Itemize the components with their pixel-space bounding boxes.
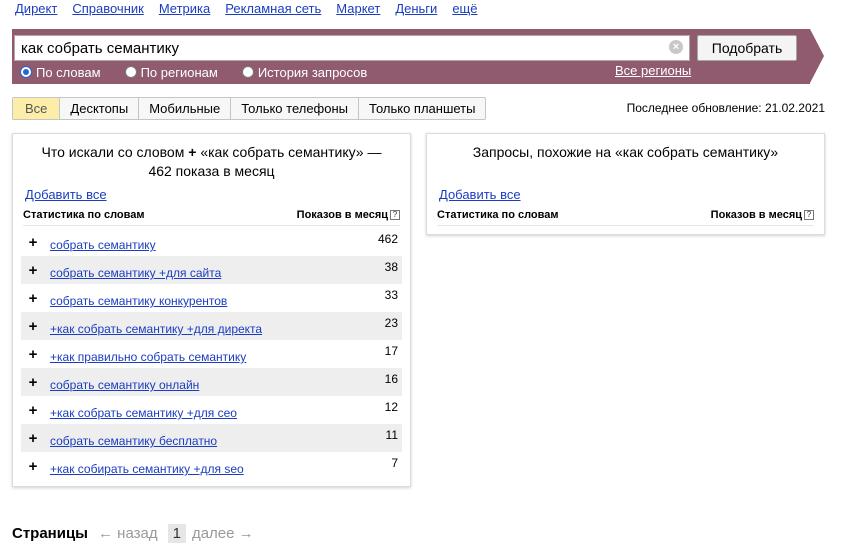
phrase-count: 38 [384,260,398,274]
table-row: + собрать семантику бесплатно 11 [21,424,402,452]
similar-panel-title: Запросы, похожие на «как собрать семанти… [472,144,779,160]
top-nav-link[interactable]: Директ [15,1,57,19]
title-text-a: Что искали со словом [41,144,185,160]
search-input-value: как собрать семантику [21,39,180,57]
device-tab[interactable]: Мобильные [139,98,232,119]
top-nav-link[interactable]: Метрика [159,1,210,19]
plus-icon: + [188,144,197,160]
add-all-link[interactable]: Добавить все [25,187,107,202]
radio-label: История запросов [257,64,368,80]
add-phrase-icon[interactable]: + [25,346,41,363]
add-phrase-icon[interactable]: + [25,458,41,475]
phrase-link[interactable]: +как собирать семантику +для seo [50,462,244,476]
col-shows: Показов в месяц [296,209,388,221]
top-nav-link[interactable]: Рекламная сеть [225,1,321,19]
col-shows-similar: Показов в месяц [710,209,802,221]
top-nav-link[interactable]: Маркет [336,1,380,19]
radio-option[interactable]: История запросов [241,64,368,80]
phrase-link[interactable]: +как собрать семантику +для директа [50,322,262,336]
device-tabs: Все Десктопы Мобильные Только телефоны Тольк… [12,97,487,120]
phrase-rows: + собрать семантику 462 + собрать семантику … [21,228,402,480]
device-tab[interactable]: Десктопы [60,98,140,119]
device-tab[interactable]: Только планшеты [359,98,485,119]
pager-current: 1 [167,523,186,543]
radio-label: По словам [36,64,101,80]
title-text-b: «как собрать семантику» — 462 показа в м… [148,144,382,179]
add-phrase-icon[interactable]: + [25,430,41,447]
device-tab[interactable]: Только телефоны [231,98,360,119]
phrase-count: 16 [384,372,398,386]
phrase-count: 33 [384,288,398,302]
col-shows-similar-wrap: Показов в месяц? [711,209,814,225]
search-bar-arrow [810,29,824,83]
phrase-count: 23 [384,316,398,330]
phrase-link[interactable]: +как собрать семантику +для сео [50,406,237,420]
phrase-link[interactable]: +как правильно собрать семантику [50,350,246,364]
submit-button[interactable]: Подобрать [697,35,797,61]
words-panel: Что искали со словом + «как собрать сема… [12,133,411,487]
pager-next: далее → [191,524,254,542]
phrase-count: 11 [385,428,398,442]
top-nav-link[interactable]: ещё [452,1,477,19]
top-nav-link[interactable]: Деньги [395,1,437,19]
phrase-link[interactable]: собрать семантику [50,238,156,252]
top-nav-link[interactable]: Справочник [72,1,144,19]
device-tab[interactable]: Все [13,98,61,119]
pager-prev: ← назад [98,524,158,542]
radio-option[interactable]: По регионам [124,64,218,80]
add-phrase-icon[interactable]: + [25,318,41,335]
radio-dot-icon [241,66,254,78]
add-phrase-icon[interactable]: + [25,402,41,419]
phrase-count: 462 [377,232,398,246]
help-icon[interactable]: ? [804,210,814,220]
pager: Страницы ← назад 1 далее → [12,522,264,544]
add-phrase-icon[interactable]: + [25,262,41,279]
phrase-count: 12 [384,400,398,414]
radio-label: По регионам [140,64,218,80]
phrase-link[interactable]: собрать семантику онлайн [50,378,199,392]
radio-dot-icon [20,66,32,78]
clear-icon[interactable]: × [669,40,683,54]
similar-panel: Запросы, похожие на «как собрать семанти… [426,133,825,235]
table-row: + +как правильно собрать семантику 17 [21,340,402,368]
stats-header: Статистика по словам Показов в месяц? [23,209,400,226]
pager-label: Страницы [12,524,88,542]
top-nav: Директ Справочник Метрика Рекламная сеть Мар… [15,1,492,19]
table-row: + +как собрать семантику +для директа 23 [21,312,402,340]
region-link[interactable]: Все регионы [615,63,691,78]
table-row: + +как собрать семантику +для сео 12 [21,396,402,424]
phrase-link[interactable]: собрать семантику конкурентов [50,294,227,308]
phrase-link[interactable]: собрать семантику +для сайта [50,266,221,280]
help-icon[interactable]: ? [390,210,400,220]
col-shows-wrap: Показов в месяц? [297,209,400,225]
col-words: Статистика по словам [23,209,145,221]
radio-dot-icon [124,66,137,78]
col-words-similar: Статистика по словам [437,209,559,221]
table-row: + собрать семантику 462 [21,228,402,256]
last-updated: Последнее обновление: 21.02.2021 [626,101,825,115]
phrase-link[interactable]: собрать семантику бесплатно [50,434,217,448]
add-all-link-similar[interactable]: Добавить все [439,187,521,202]
phrase-count: 7 [391,456,398,470]
add-phrase-icon[interactable]: + [25,374,41,391]
phrase-count: 17 [384,344,398,358]
table-row: + собрать семантику онлайн 16 [21,368,402,396]
search-mode-radios: По словам По регионам История запросов [20,64,391,80]
words-panel-title: Что искали со словом + «как собрать сема… [13,134,410,181]
add-phrase-icon[interactable]: + [25,234,41,251]
add-phrase-icon[interactable]: + [25,290,41,307]
stats-header-similar: Статистика по словам Показов в месяц? [437,209,814,226]
search-input[interactable]: как собрать семантику [14,35,690,61]
table-row: + собрать семантику конкурентов 33 [21,284,402,312]
radio-option[interactable]: По словам [20,64,101,80]
table-row: + собрать семантику +для сайта 38 [21,256,402,284]
table-row: + +как собирать семантику +для seo 7 [21,452,402,480]
